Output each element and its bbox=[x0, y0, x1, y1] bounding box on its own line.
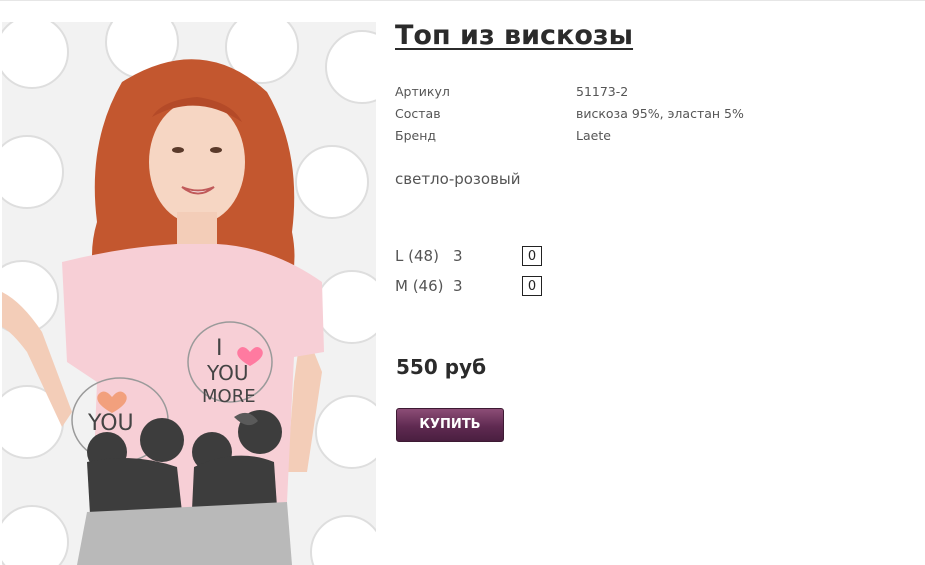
attribute-value: вискоза 95%, эластан 5% bbox=[576, 105, 744, 121]
product-color: светло-розовый bbox=[395, 170, 521, 188]
svg-text:YOU: YOU bbox=[206, 361, 249, 385]
attribute-label: Бренд bbox=[395, 127, 437, 143]
size-row-l: L (48) 3 bbox=[395, 241, 542, 271]
top-divider bbox=[0, 0, 925, 1]
attribute-value: Laete bbox=[576, 127, 611, 143]
buy-button[interactable]: КУПИТЬ bbox=[396, 408, 504, 442]
attribute-row-composition: Состав вискоза 95%, эластан 5% bbox=[395, 102, 815, 124]
product-photo[interactable]: YOU I YOU MORE bbox=[2, 22, 376, 565]
svg-text:YOU: YOU bbox=[87, 411, 134, 436]
quantity-input-l[interactable] bbox=[522, 246, 542, 266]
attribute-value: 51173-2 bbox=[576, 83, 629, 99]
size-label: L (48) bbox=[395, 247, 439, 265]
attribute-label: Состав bbox=[395, 105, 441, 121]
product-photo-icon: YOU I YOU MORE bbox=[2, 22, 376, 565]
product-attributes: Артикул 51173-2 Состав вискоза 95%, элас… bbox=[395, 80, 815, 146]
product-price: 550 руб bbox=[396, 355, 487, 379]
size-stock: 3 bbox=[453, 277, 463, 295]
attribute-label: Артикул bbox=[395, 83, 450, 99]
attribute-row-brand: Бренд Laete bbox=[395, 124, 815, 146]
attribute-row-article: Артикул 51173-2 bbox=[395, 80, 815, 102]
size-stock: 3 bbox=[453, 247, 463, 265]
size-row-m: M (46) 3 bbox=[395, 271, 542, 301]
quantity-input-m[interactable] bbox=[522, 276, 542, 296]
svg-text:I: I bbox=[216, 336, 223, 361]
size-list: L (48) 3 M (46) 3 bbox=[395, 241, 542, 301]
svg-text:MORE: MORE bbox=[202, 386, 256, 407]
product-title: Топ из вискозы bbox=[395, 20, 634, 51]
size-label: M (46) bbox=[395, 277, 444, 295]
